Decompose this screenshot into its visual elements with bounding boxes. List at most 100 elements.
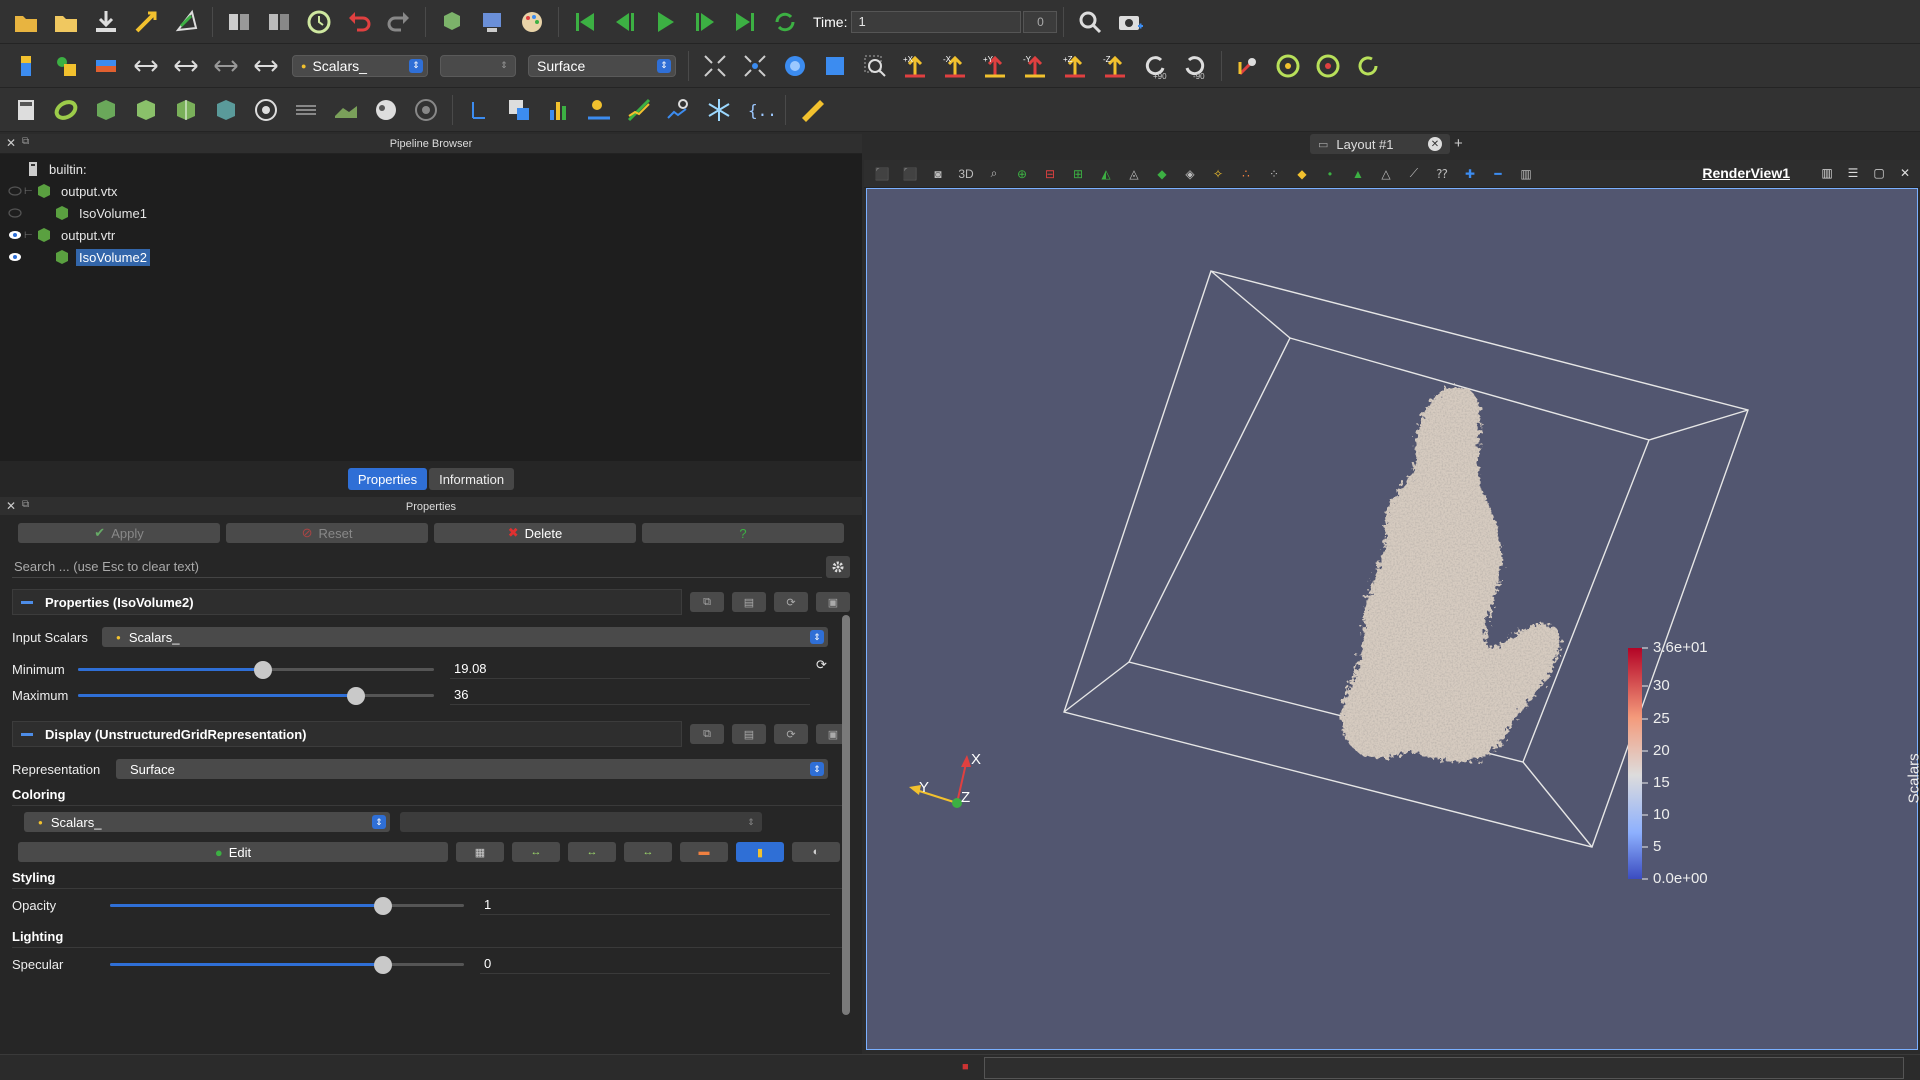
slider-handle[interactable] xyxy=(346,687,365,705)
probe-icon[interactable] xyxy=(462,93,496,127)
minimum-slider[interactable] xyxy=(78,659,434,679)
view-plus-x-icon[interactable]: +X xyxy=(898,49,932,83)
gear-icon[interactable] xyxy=(826,556,850,578)
interactive-select-icon[interactable]: ✧ xyxy=(1207,164,1229,184)
zoom-selection-icon[interactable]: ⌕ xyxy=(983,164,1005,184)
close-icon[interactable]: ✕ xyxy=(1896,164,1914,182)
coloring-component-combo[interactable]: ⇕ xyxy=(400,812,762,832)
clip-icon[interactable] xyxy=(89,93,123,127)
timestep-spinbox[interactable]: 0 xyxy=(1023,10,1058,33)
ruler-icon[interactable] xyxy=(795,93,829,127)
save-defaults-icon[interactable]: ▣ xyxy=(816,592,850,612)
reset-camera-closest-icon[interactable] xyxy=(738,49,772,83)
next-frame-icon[interactable] xyxy=(688,5,722,39)
select-polygon-points-icon[interactable]: ◆ xyxy=(1151,164,1173,184)
extract-selection-icon[interactable]: ⟋ xyxy=(1403,164,1425,184)
subtract-selection-icon[interactable]: ━ xyxy=(1487,164,1509,184)
edit-colormap-icon[interactable] xyxy=(49,49,83,83)
manage-plugins-icon[interactable] xyxy=(222,5,256,39)
pipeline-root[interactable]: builtin: xyxy=(0,158,862,180)
slice-icon[interactable] xyxy=(129,93,163,127)
histogram-icon[interactable] xyxy=(542,93,576,127)
reset-camera-icon[interactable] xyxy=(698,49,732,83)
stop-icon[interactable]: ■ xyxy=(962,1061,974,1073)
restore-defaults-icon[interactable]: ⟳ xyxy=(774,592,808,612)
add-selection-icon[interactable]: ✚ xyxy=(1459,164,1481,184)
time-input[interactable]: 1 xyxy=(851,10,1022,33)
connect-icon[interactable] xyxy=(129,5,163,39)
rescale-temporal-icon[interactable] xyxy=(209,49,243,83)
contour-icon[interactable] xyxy=(49,93,83,127)
select-points-on-icon[interactable]: ⊟ xyxy=(1039,164,1061,184)
float-icon[interactable]: ⧉ xyxy=(22,136,29,147)
input-scalars-combo[interactable]: ● Scalars_ ⇕ xyxy=(102,627,828,647)
eye-hidden-icon[interactable] xyxy=(6,206,24,220)
group-datasets-icon[interactable] xyxy=(369,93,403,127)
plot-data-icon[interactable] xyxy=(582,93,616,127)
search-input[interactable]: Search ... (use Esc to clear text) xyxy=(12,556,822,578)
representation-toolbar-combo[interactable]: Surface ⇕ xyxy=(528,54,676,77)
view-minus-y-icon[interactable]: -Y xyxy=(1018,49,1052,83)
split-horizontal-icon[interactable]: ▥ xyxy=(1818,164,1836,182)
tab-properties[interactable]: Properties xyxy=(347,468,428,490)
glyph-icon[interactable] xyxy=(249,93,283,127)
extract-subset-icon[interactable] xyxy=(209,93,243,127)
stream-tracer-icon[interactable] xyxy=(289,93,323,127)
close-icon[interactable]: ✕ xyxy=(6,499,16,513)
apply-button[interactable]: ✔ Apply xyxy=(18,523,220,543)
opacity-slider[interactable] xyxy=(110,895,464,915)
pick-center-icon[interactable] xyxy=(1311,49,1345,83)
clear-selection-icon[interactable]: ▥ xyxy=(1515,164,1537,184)
eye-visible-icon[interactable] xyxy=(6,250,24,264)
pipeline-item-isovolume2[interactable]: IsoVolume2 xyxy=(0,246,862,268)
representation-combo[interactable]: Surface ⇕ xyxy=(116,759,828,779)
section-properties-header[interactable]: Properties (IsoVolume2) xyxy=(12,589,682,615)
view-3d-toggle[interactable]: 3D xyxy=(955,164,977,184)
copy-icon[interactable]: ⧉ xyxy=(690,724,724,744)
center-axes-icon[interactable] xyxy=(1231,49,1265,83)
copy-icon[interactable]: ⧉ xyxy=(690,592,724,612)
shrink-selection-icon[interactable]: • xyxy=(1319,164,1341,184)
calculator-icon[interactable] xyxy=(9,93,43,127)
rescale-visible-range-icon[interactable]: ↔ xyxy=(624,842,672,862)
maximum-input[interactable]: 36 xyxy=(450,685,810,705)
zoom-closest-icon[interactable] xyxy=(818,49,852,83)
select-cells-through-icon[interactable]: ⊞ xyxy=(1067,164,1089,184)
select-points-through-icon[interactable]: ◭ xyxy=(1095,164,1117,184)
maximize-icon[interactable]: ▢ xyxy=(1870,164,1888,182)
render-view[interactable]: X Y Z 3.6e+01 30 25 20 15 10 5 0.0e+00 S… xyxy=(866,188,1920,1050)
view-plus-z-icon[interactable]: +Z xyxy=(1058,49,1092,83)
open-folder-icon[interactable] xyxy=(9,5,43,39)
hover-cells-icon[interactable]: ⁘ xyxy=(1263,164,1285,184)
toggle-scalar-bar-icon[interactable]: ▮ xyxy=(736,842,784,862)
manage-links-icon[interactable] xyxy=(262,5,296,39)
last-frame-icon[interactable] xyxy=(728,5,762,39)
previous-frame-icon[interactable] xyxy=(608,5,642,39)
pipeline-item-output-vtx[interactable]: ⊢ output.vtx xyxy=(0,180,862,202)
scrollbar-thumb[interactable] xyxy=(842,615,850,1015)
plot-over-time-icon[interactable] xyxy=(662,93,696,127)
maximum-slider[interactable] xyxy=(78,685,434,705)
rotation-center-icon[interactable] xyxy=(1271,49,1305,83)
grow-selection-icon[interactable]: ◆ xyxy=(1291,164,1313,184)
float-icon[interactable]: ⧉ xyxy=(22,499,29,510)
extract-level-icon[interactable] xyxy=(409,93,443,127)
paste-icon[interactable]: ▤ xyxy=(732,724,766,744)
help-button[interactable]: ? xyxy=(642,523,844,543)
close-icon[interactable]: ✕ xyxy=(1428,137,1442,151)
screenshot-icon[interactable] xyxy=(1113,5,1147,39)
undo-icon[interactable] xyxy=(342,5,376,39)
rescale-data-icon[interactable] xyxy=(249,49,283,83)
close-icon[interactable]: ✕ xyxy=(6,136,16,150)
camera-bookmark-icon[interactable]: ⬛ xyxy=(871,164,893,184)
pipeline-item-output-vtr[interactable]: ⊢ output.vtr xyxy=(0,224,862,246)
zoom-to-box-icon[interactable] xyxy=(1073,5,1107,39)
view-minus-z-icon[interactable]: -Z xyxy=(1098,49,1132,83)
capture-icon[interactable]: ◙ xyxy=(927,164,949,184)
split-vertical-icon[interactable]: ☰ xyxy=(1844,164,1862,182)
snowflake-icon[interactable] xyxy=(702,93,736,127)
palette-icon[interactable] xyxy=(515,5,549,39)
restore-defaults-icon[interactable]: ⟳ xyxy=(774,724,808,744)
find-data-icon[interactable]: ▲ xyxy=(1347,164,1369,184)
properties-scrollbar[interactable] xyxy=(842,615,850,1015)
